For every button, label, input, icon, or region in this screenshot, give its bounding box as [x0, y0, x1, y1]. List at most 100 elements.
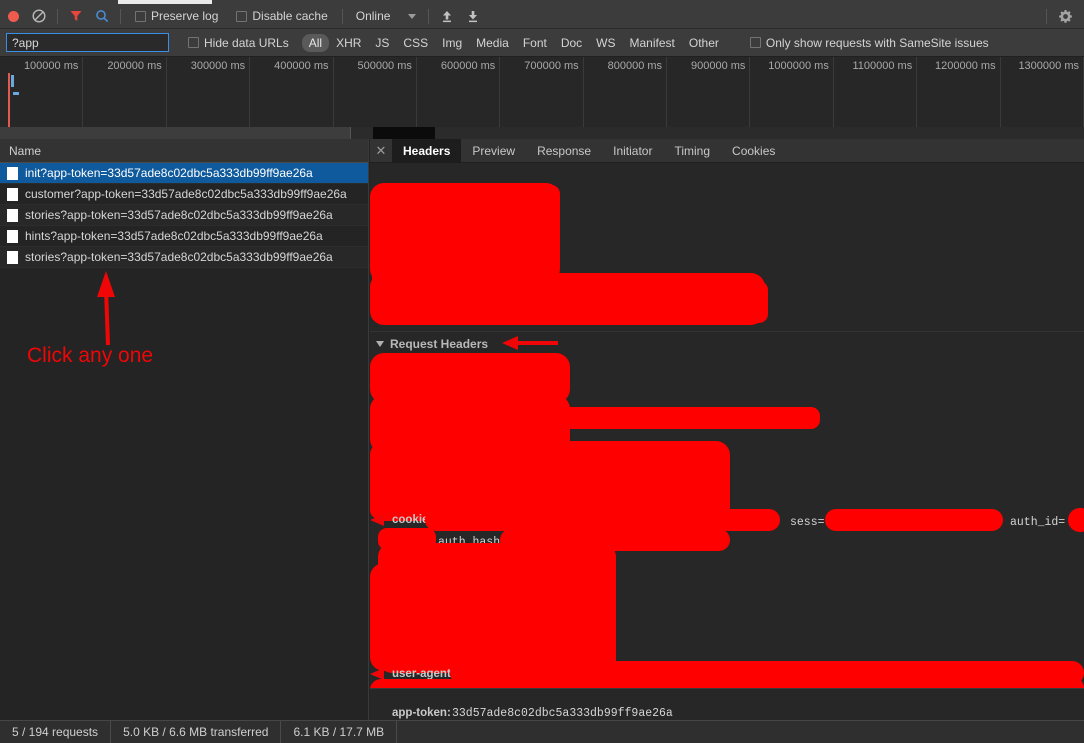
- request-headers-label: Request Headers: [390, 337, 488, 351]
- request-detail-panel: ✕ HeadersPreviewResponseInitiatorTimingC…: [370, 139, 1084, 720]
- hide-data-urls-label: Hide data URLs: [204, 36, 289, 50]
- overview-scrubber[interactable]: [0, 127, 1084, 139]
- status-requests-count: 5 / 194 requests: [0, 721, 111, 743]
- record-circle-icon: [8, 11, 19, 22]
- disable-cache-label: Disable cache: [252, 9, 327, 23]
- overview-gridlines: 100000 ms200000 ms300000 ms400000 ms5000…: [0, 57, 1084, 132]
- scrubber-window[interactable]: [0, 127, 351, 139]
- request-row[interactable]: init?app-token=33d57ade8c02dbc5a333db99f…: [0, 163, 368, 184]
- annotation-arrow-left: [370, 513, 388, 527]
- requests-column-header[interactable]: Name: [0, 139, 368, 163]
- throttling-select[interactable]: Online: [356, 9, 417, 23]
- type-filter-media[interactable]: Media: [469, 34, 516, 52]
- chevron-down-icon: [408, 14, 416, 19]
- disable-cache-checkbox[interactable]: Disable cache: [236, 9, 327, 23]
- overview-tick-label: 500000 ms: [357, 60, 411, 72]
- samesite-issues-checkbox-box[interactable]: [750, 37, 761, 48]
- disable-cache-checkbox-box[interactable]: [236, 11, 247, 22]
- annotation-click-any-one: Click any one: [27, 344, 153, 368]
- status-transferred: 5.0 KB / 6.6 MB transferred: [111, 721, 281, 743]
- request-row[interactable]: stories?app-token=33d57ade8c02dbc5a333db…: [0, 247, 368, 268]
- overview-tick-label: 900000 ms: [691, 60, 745, 72]
- hide-data-urls-checkbox[interactable]: Hide data URLs: [188, 36, 289, 50]
- import-har-button[interactable]: [434, 4, 460, 28]
- hide-data-urls-checkbox-box[interactable]: [188, 37, 199, 48]
- tab-preview[interactable]: Preview: [461, 139, 526, 163]
- record-button[interactable]: [0, 4, 26, 28]
- column-header-name: Name: [9, 144, 41, 158]
- overview-tick-label: 600000 ms: [441, 60, 495, 72]
- annotation-arrow-up: [68, 267, 158, 352]
- tab-cookies[interactable]: Cookies: [721, 139, 786, 163]
- redaction-blob: [1068, 508, 1084, 532]
- toolbar-divider-3: [342, 9, 343, 24]
- scrubber-track-segment: [373, 127, 435, 139]
- overview-load-marker: [8, 73, 10, 133]
- request-name: init?app-token=33d57ade8c02dbc5a333db99f…: [25, 166, 313, 180]
- status-resources: 6.1 KB / 17.7 MB: [281, 721, 397, 743]
- request-row[interactable]: customer?app-token=33d57ade8c02dbc5a333d…: [0, 184, 368, 205]
- network-status-bar: 5 / 194 requests 5.0 KB / 6.6 MB transfe…: [0, 720, 1084, 743]
- search-button[interactable]: [89, 4, 115, 28]
- overview-request-bar: [11, 75, 14, 87]
- type-filter-ws[interactable]: WS: [589, 34, 622, 52]
- redaction-blob: [510, 185, 560, 241]
- tab-headers[interactable]: Headers: [392, 139, 461, 163]
- type-filter-all[interactable]: All: [302, 34, 329, 52]
- close-detail-button[interactable]: ✕: [370, 139, 392, 163]
- app-token-key: app-token:: [392, 707, 451, 719]
- filter-toggle-button[interactable]: [63, 4, 89, 28]
- network-toolbar: Preserve log Disable cache Online: [0, 4, 1084, 29]
- overview-gridline: 1100000 ms: [834, 57, 917, 133]
- preserve-log-checkbox-box[interactable]: [135, 11, 146, 22]
- overview-gridline: 300000 ms: [167, 57, 250, 133]
- type-filter-manifest[interactable]: Manifest: [623, 34, 682, 52]
- request-row[interactable]: hints?app-token=33d57ade8c02dbc5a333db99…: [0, 226, 368, 247]
- request-row[interactable]: stories?app-token=33d57ade8c02dbc5a333db…: [0, 205, 368, 226]
- download-arrow-icon: [466, 9, 480, 24]
- resource-type-filters: AllXHRJSCSSImgMediaFontDocWSManifestOthe…: [298, 34, 726, 52]
- type-filter-font[interactable]: Font: [516, 34, 554, 52]
- overview-gridline: 700000 ms: [500, 57, 583, 133]
- section-divider: [370, 331, 1084, 332]
- overview-tick-label: 1200000 ms: [935, 60, 996, 72]
- filter-input[interactable]: [6, 33, 169, 52]
- request-name: hints?app-token=33d57ade8c02dbc5a333db99…: [25, 229, 323, 243]
- document-icon: [7, 251, 18, 264]
- toolbar-divider-2: [120, 9, 121, 24]
- samesite-issues-checkbox[interactable]: Only show requests with SameSite issues: [750, 36, 989, 50]
- tab-initiator[interactable]: Initiator: [602, 139, 663, 163]
- gear-icon: [1058, 9, 1073, 24]
- tab-timing[interactable]: Timing: [663, 139, 721, 163]
- throttling-value: Online: [356, 9, 391, 23]
- network-overview-timeline[interactable]: 100000 ms200000 ms300000 ms400000 ms5000…: [0, 57, 1084, 133]
- type-filter-xhr[interactable]: XHR: [329, 34, 368, 52]
- redaction-blob: [540, 281, 768, 323]
- preserve-log-checkbox[interactable]: Preserve log: [135, 9, 218, 23]
- preserve-log-label: Preserve log: [151, 9, 218, 23]
- export-har-button[interactable]: [460, 4, 486, 28]
- type-filter-js[interactable]: JS: [368, 34, 396, 52]
- settings-button[interactable]: [1052, 4, 1078, 28]
- overview-tick-label: 300000 ms: [191, 60, 245, 72]
- clear-button[interactable]: [26, 4, 52, 28]
- redaction-blob: [425, 509, 780, 531]
- cookie-sess-key: sess=: [790, 516, 825, 529]
- request-name: customer?app-token=33d57ade8c02dbc5a333d…: [25, 187, 347, 201]
- overview-gridline: 100000 ms: [0, 57, 83, 133]
- tab-response[interactable]: Response: [526, 139, 602, 163]
- search-magnifier-icon: [95, 9, 109, 23]
- document-icon: [7, 230, 18, 243]
- overview-tick-label: 700000 ms: [524, 60, 578, 72]
- type-filter-img[interactable]: Img: [435, 34, 469, 52]
- type-filter-css[interactable]: CSS: [396, 34, 435, 52]
- annotation-arrow-left: [500, 335, 560, 351]
- filter-toolbar: Hide data URLs AllXHRJSCSSImgMediaFontDo…: [0, 29, 1084, 57]
- type-filter-other[interactable]: Other: [682, 34, 726, 52]
- upload-arrow-icon: [440, 9, 454, 24]
- request-headers-section-header[interactable]: Request Headers: [376, 337, 488, 351]
- type-filter-doc[interactable]: Doc: [554, 34, 589, 52]
- overview-gridline: 900000 ms: [667, 57, 750, 133]
- overview-gridline: 1000000 ms: [750, 57, 833, 133]
- close-icon: ✕: [376, 143, 387, 159]
